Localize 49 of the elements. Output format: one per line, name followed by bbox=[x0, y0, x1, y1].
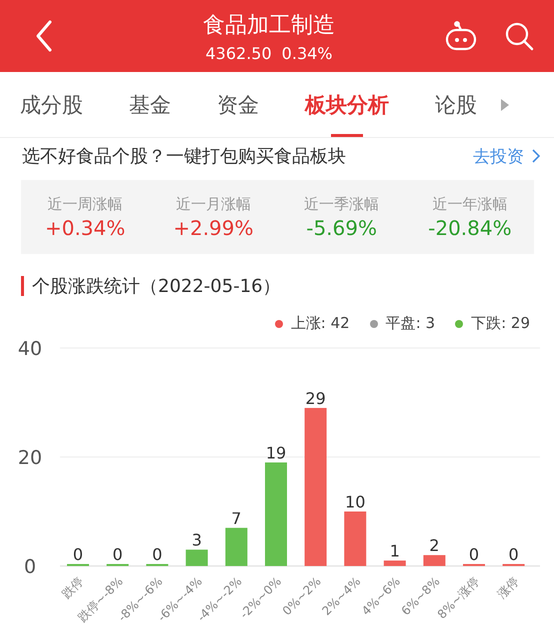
index-change: 0.34% bbox=[282, 44, 332, 62]
section-title: 个股涨跌统计（2022-05-16） bbox=[32, 275, 281, 298]
bar bbox=[423, 555, 446, 566]
legend-label: 上涨: 42 bbox=[290, 314, 350, 333]
bar-value-label: 7 bbox=[231, 508, 242, 528]
back-icon[interactable] bbox=[34, 19, 54, 53]
bar-value-label: 0 bbox=[72, 545, 84, 564]
tab[interactable]: 资金 bbox=[217, 72, 259, 136]
bar-value-label: 0 bbox=[508, 545, 519, 564]
tab[interactable]: 成分股 bbox=[20, 72, 83, 136]
bar-value-label: 3 bbox=[192, 530, 202, 550]
page-title: 食品加工制造 bbox=[203, 12, 335, 40]
bar-value-label: 0 bbox=[152, 545, 162, 564]
tab[interactable]: 板块分析 bbox=[305, 72, 389, 136]
chevron-icon bbox=[532, 149, 540, 163]
bar-value-label: 0 bbox=[468, 545, 480, 564]
axis-tick-label: 20 bbox=[18, 447, 42, 469]
bar bbox=[384, 560, 406, 566]
legend-label: 平盘: 3 bbox=[386, 314, 436, 333]
axis-tick-label: 40 bbox=[18, 338, 42, 360]
axis-tick-label: 0 bbox=[24, 556, 36, 578]
bar bbox=[344, 512, 366, 566]
bar-value-label: 19 bbox=[266, 443, 286, 462]
stat-value: -5.69% bbox=[306, 216, 377, 240]
bar-value-label: 29 bbox=[305, 388, 326, 408]
bar bbox=[225, 528, 248, 566]
stat-value: +0.34% bbox=[44, 216, 126, 240]
stat-value: +2.99% bbox=[173, 216, 254, 240]
stat-value: -20.84% bbox=[428, 216, 512, 240]
search-icon[interactable] bbox=[504, 21, 534, 51]
category-label: 跌停 bbox=[59, 574, 86, 602]
stat-label: 近一月涨幅 bbox=[176, 194, 251, 214]
index-price: 4362.50 bbox=[206, 44, 272, 62]
bar-value-label: 2 bbox=[429, 536, 440, 556]
section-marker bbox=[21, 276, 24, 296]
category-label: 涨停 bbox=[494, 574, 522, 602]
stat-label: 近一年涨幅 bbox=[432, 194, 508, 214]
bar bbox=[186, 550, 208, 566]
bar-value-label: 10 bbox=[345, 492, 366, 512]
bar-value-label: 1 bbox=[390, 542, 400, 561]
scroll-right-icon[interactable] bbox=[501, 98, 509, 110]
robot-icon[interactable] bbox=[444, 21, 478, 51]
legend-label: 下跌: 29 bbox=[471, 314, 530, 333]
tab[interactable]: 论股 bbox=[435, 72, 477, 136]
stat-label: 近一周涨幅 bbox=[48, 194, 123, 214]
bar-value-label: 0 bbox=[112, 545, 123, 564]
stat-label: 近一季涨幅 bbox=[304, 194, 380, 214]
tab[interactable]: 基金 bbox=[129, 72, 171, 136]
promo-text: 选不好食品个股？一键打包购买食品板块 bbox=[22, 145, 346, 168]
